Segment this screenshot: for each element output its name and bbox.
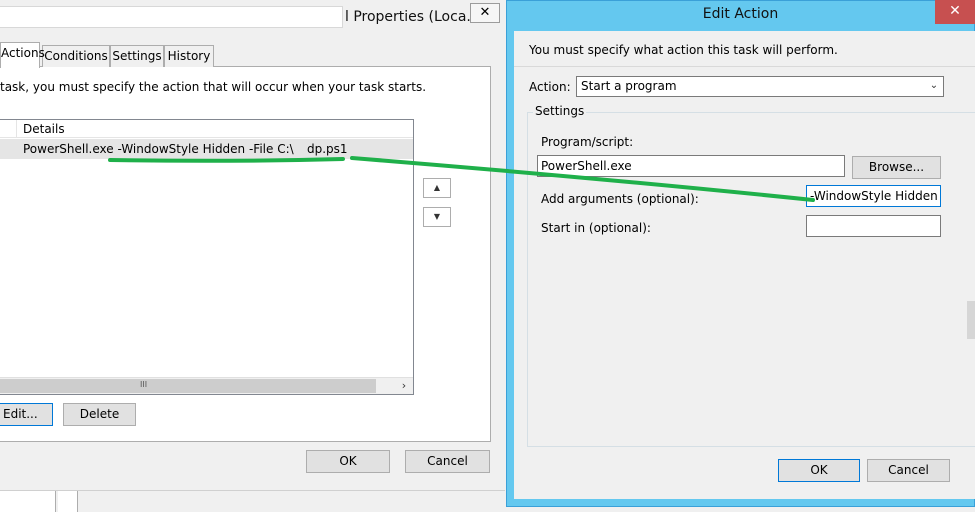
properties-cancel-button[interactable]: Cancel: [405, 450, 490, 473]
horizontal-scroll-thumb[interactable]: [0, 379, 376, 393]
arguments-label: Add arguments (optional):: [541, 192, 699, 206]
move-up-button[interactable]: ▲: [423, 178, 451, 198]
scroll-right-icon[interactable]: ›: [396, 378, 412, 394]
properties-close-button[interactable]: ✕: [470, 3, 500, 23]
background-window-strip: [58, 491, 78, 512]
tab-settings[interactable]: Settings: [110, 45, 164, 67]
program-script-input[interactable]: PowerShell.exe: [537, 155, 845, 177]
actions-instructions: task, you must specify the action that w…: [0, 80, 427, 94]
edit-action-message: You must specify what action this task w…: [529, 43, 838, 57]
tab-actions[interactable]: Actions: [0, 42, 45, 68]
column-header-details[interactable]: Details: [23, 122, 65, 136]
row-details-cell: PowerShell.exe -WindowStyle Hidden -File…: [23, 142, 294, 156]
chevron-down-icon[interactable]: ⌄: [927, 78, 941, 94]
arguments-input[interactable]: -WindowStyle Hidden -F: [806, 185, 941, 207]
browse-button[interactable]: Browse...: [852, 156, 941, 179]
program-script-label: Program/script:: [541, 135, 634, 149]
list-column-separator[interactable]: [16, 120, 17, 138]
tab-conditions[interactable]: Conditions: [42, 45, 110, 67]
edit-action-close-button[interactable]: ✕: [935, 0, 975, 24]
background-window-strip: [0, 491, 56, 512]
properties-window-title: l Properties (Loca...: [345, 9, 480, 25]
edit-button[interactable]: Edit...: [0, 403, 53, 426]
edit-action-ok-button[interactable]: OK: [778, 459, 860, 482]
scroll-grip-icon: III: [140, 380, 148, 389]
properties-ok-button[interactable]: OK: [306, 450, 390, 473]
tab-history[interactable]: History: [164, 45, 214, 67]
edit-action-title: Edit Action: [702, 6, 779, 22]
action-label: Action:: [529, 80, 571, 94]
settings-legend: Settings: [533, 104, 587, 118]
scrollbar-thumb[interactable]: [967, 301, 975, 339]
delete-button[interactable]: Delete: [63, 403, 136, 426]
row-details-cell-tail: dp.ps1: [307, 142, 348, 156]
start-in-label: Start in (optional):: [541, 221, 651, 235]
edit-action-cancel-button[interactable]: Cancel: [867, 459, 950, 482]
move-down-button[interactable]: ▼: [423, 207, 451, 227]
properties-title-field: [0, 6, 343, 28]
actions-list[interactable]: [0, 119, 414, 395]
edit-action-header-divider: [514, 66, 975, 67]
start-in-input[interactable]: [806, 215, 941, 237]
action-select[interactable]: Start a program: [576, 76, 944, 97]
